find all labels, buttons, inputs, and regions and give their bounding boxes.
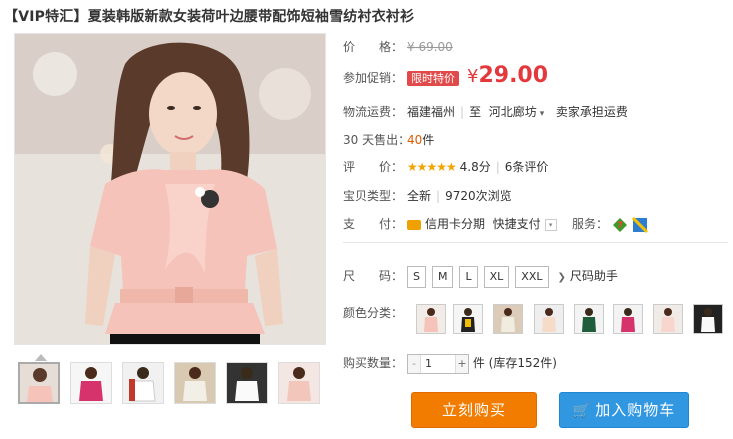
- thumbnail-5[interactable]: [226, 362, 268, 404]
- quantity-stepper[interactable]: -1 +: [407, 353, 469, 374]
- size-row: 尺 码： S M L XL XXL ❯ 尺码助手: [343, 265, 618, 289]
- promo-row: 参加促销： 限时特价 ¥29.00: [343, 62, 548, 90]
- thumbnail-2[interactable]: [70, 362, 112, 404]
- separator: |: [460, 105, 465, 119]
- quantity-label: 购买数量：: [343, 356, 404, 370]
- currency-symbol: ¥: [467, 66, 479, 87]
- payment-label: 支 付：: [343, 217, 404, 231]
- sales-row: 30 天售出：40件: [343, 131, 434, 149]
- guarantee-badge-icon[interactable]: [631, 216, 648, 233]
- ship-to-prefix: 至: [469, 105, 482, 119]
- quantity-row: 购买数量： -1 + 件 (库存152件): [343, 352, 557, 374]
- shipping-row: 物流运费： 福建福州 | 至 河北廊坊 ▾ 卖家承担运费: [343, 103, 628, 123]
- size-label: 尺 码：: [343, 269, 404, 283]
- color-swatch-3[interactable]: [493, 304, 523, 334]
- separator: |: [436, 189, 441, 203]
- quantity-increment-button[interactable]: +: [455, 354, 468, 373]
- size-option-s[interactable]: S: [407, 266, 426, 288]
- payment-row: 支 付： 信用卡分期 快捷支付 ▾ 服务： 7: [343, 215, 648, 233]
- color-swatch-6[interactable]: [613, 304, 643, 334]
- item-type-label: 宝贝类型：: [343, 189, 404, 203]
- model-photo: [15, 34, 325, 344]
- color-label: 颜色分类：: [343, 306, 404, 320]
- sales-label: 30 天售出：: [343, 133, 411, 147]
- size-option-l[interactable]: L: [459, 266, 478, 288]
- thumbnail-1[interactable]: [18, 362, 60, 404]
- svg-text:7: 7: [617, 221, 623, 231]
- view-count: 9720次浏览: [445, 189, 512, 203]
- quantity-decrement-button[interactable]: -: [408, 354, 421, 373]
- thumbnail-pointer: [35, 354, 47, 361]
- review-count-link[interactable]: 6条评价: [505, 160, 549, 174]
- sales-count: 40: [407, 133, 423, 147]
- rating-label: 评 价：: [343, 160, 404, 174]
- cart-icon: 🛒: [572, 403, 592, 419]
- product-title: 【VIP特汇】夏装韩版新款女装荷叶边腰带配饰短袖雪纺衬衣衬衫: [4, 9, 415, 25]
- separator: |: [495, 160, 500, 174]
- color-swatch-2[interactable]: [453, 304, 483, 334]
- thumbnail-6[interactable]: [278, 362, 320, 404]
- size-helper-link[interactable]: 尺码助手: [570, 269, 618, 283]
- sales-unit: 件: [422, 133, 435, 147]
- add-to-cart-button[interactable]: 🛒 加入购物车: [559, 392, 689, 428]
- promo-label: 参加促销：: [343, 71, 404, 85]
- section-divider: [343, 242, 728, 243]
- color-swatch-7[interactable]: [653, 304, 683, 334]
- size-option-xxl[interactable]: XXL: [515, 266, 549, 288]
- promo-tag-badge: 限时特价: [407, 71, 459, 86]
- payment-method-quick[interactable]: 快捷支付: [493, 217, 541, 231]
- service-label: 服务：: [571, 217, 608, 231]
- price-row: 价 格： ¥ 69.00: [343, 38, 453, 56]
- promo-price: 29.00: [478, 63, 549, 88]
- star-rating-icon: ★★★★★: [407, 160, 457, 174]
- buy-now-button[interactable]: 立刻购买: [411, 392, 537, 428]
- product-main-image[interactable]: [14, 33, 326, 345]
- shipping-fee: 卖家承担运费: [555, 105, 628, 119]
- stock-info: (库存152件): [488, 356, 557, 370]
- credit-card-icon: [407, 219, 421, 230]
- color-row-label: 颜色分类：: [343, 304, 407, 322]
- color-swatch-1[interactable]: [416, 304, 446, 334]
- chevron-right-icon: ❯: [557, 272, 566, 283]
- seven-day-return-icon[interactable]: 7: [612, 217, 628, 233]
- original-price: ¥ 69.00: [407, 40, 453, 54]
- quantity-input[interactable]: 1: [422, 355, 457, 373]
- quantity-unit: 件: [472, 356, 485, 370]
- shipping-label: 物流运费：: [343, 105, 404, 119]
- rating-score: 4.8分: [459, 160, 491, 174]
- color-swatch-4[interactable]: [534, 304, 564, 334]
- ship-from: 福建福州: [407, 105, 456, 119]
- payment-method-installment[interactable]: 信用卡分期: [425, 217, 485, 231]
- dropdown-arrow-icon[interactable]: ▾: [544, 218, 557, 231]
- chevron-down-icon[interactable]: ▾: [540, 109, 545, 119]
- add-to-cart-label: 加入购物车: [595, 401, 676, 419]
- rating-row: 评 价： ★★★★★ 4.8分 | 6条评价: [343, 158, 548, 176]
- item-type-row: 宝贝类型： 全新 | 9720次浏览: [343, 187, 512, 205]
- price-label: 价 格：: [343, 40, 404, 54]
- size-option-m[interactable]: M: [431, 266, 454, 288]
- size-option-xl[interactable]: XL: [483, 266, 510, 288]
- thumbnail-4[interactable]: [174, 362, 216, 404]
- color-swatch-5[interactable]: [574, 304, 604, 334]
- item-condition: 全新: [407, 189, 432, 203]
- ship-to-selector[interactable]: 河北廊坊: [489, 105, 537, 119]
- thumbnail-3[interactable]: [122, 362, 164, 404]
- color-swatch-8[interactable]: [693, 304, 723, 334]
